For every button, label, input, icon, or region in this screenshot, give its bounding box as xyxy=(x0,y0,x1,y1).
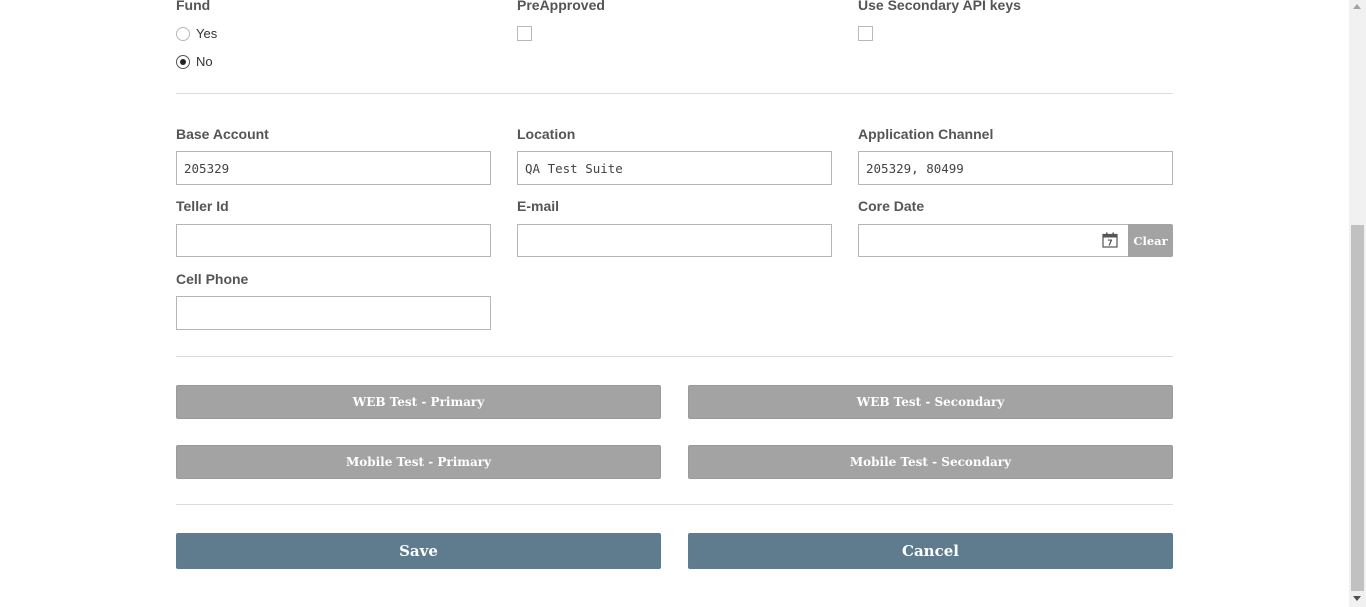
save-button[interactable]: Save xyxy=(176,533,661,569)
calendar-icon-day: 7 xyxy=(1107,239,1112,248)
mobile-test-primary-button[interactable]: Mobile Test - Primary xyxy=(176,445,661,479)
cell-phone-label: Cell Phone xyxy=(176,271,249,287)
preapproved-label: PreApproved xyxy=(517,0,605,13)
application-channel-label: Application Channel xyxy=(858,126,994,142)
cancel-button[interactable]: Cancel xyxy=(688,533,1173,569)
scrollbar-thumb[interactable] xyxy=(1351,225,1364,591)
secondary-api-keys-checkbox[interactable] xyxy=(858,26,873,41)
preapproved-checkbox[interactable] xyxy=(517,26,532,41)
divider xyxy=(176,504,1173,505)
scroll-down-icon[interactable] xyxy=(1353,596,1361,601)
core-date-input[interactable] xyxy=(858,224,1129,257)
fund-yes-label: Yes xyxy=(196,26,218,41)
divider xyxy=(176,356,1173,357)
teller-id-label: Teller Id xyxy=(176,198,229,214)
mobile-test-secondary-button[interactable]: Mobile Test - Secondary xyxy=(688,445,1173,479)
core-date-clear-button[interactable]: Clear xyxy=(1128,224,1173,257)
location-input[interactable] xyxy=(517,151,832,185)
secondary-api-keys-label: Use Secondary API keys xyxy=(858,0,1021,13)
fund-no-option[interactable]: No xyxy=(176,54,213,69)
calendar-icon[interactable]: 7 xyxy=(1102,232,1118,248)
base-account-label: Base Account xyxy=(176,126,269,142)
fund-no-label: No xyxy=(196,54,213,69)
base-account-input[interactable] xyxy=(176,151,491,185)
web-test-primary-button[interactable]: WEB Test - Primary xyxy=(176,385,661,419)
cell-phone-input[interactable] xyxy=(176,296,491,330)
fund-label: Fund xyxy=(176,0,211,13)
email-input[interactable] xyxy=(517,224,832,257)
fund-no-radio[interactable] xyxy=(176,54,190,69)
application-channel-input[interactable] xyxy=(858,151,1173,185)
divider xyxy=(176,93,1173,94)
email-label: E-mail xyxy=(517,198,560,214)
fund-yes-radio[interactable] xyxy=(176,26,190,41)
location-label: Location xyxy=(517,126,576,142)
scroll-up-icon[interactable] xyxy=(1353,4,1361,9)
web-test-secondary-button[interactable]: WEB Test - Secondary xyxy=(688,385,1173,419)
fund-yes-option[interactable]: Yes xyxy=(176,26,217,41)
teller-id-input[interactable] xyxy=(176,224,491,257)
core-date-label: Core Date xyxy=(858,198,925,214)
